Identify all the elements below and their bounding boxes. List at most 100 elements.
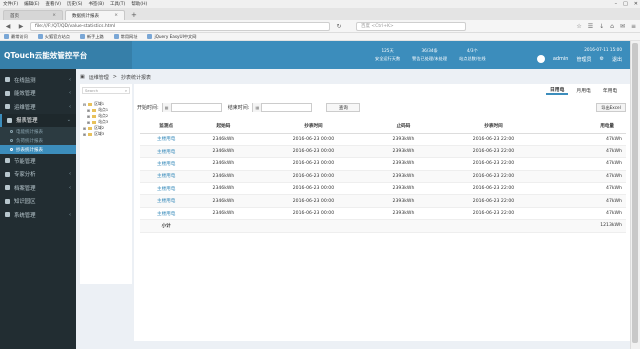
expand-icon[interactable]: ⊞ [87,120,90,125]
tab-label: 数据统计报表 [72,13,99,19]
close-tab-icon[interactable]: × [114,13,118,18]
bookmark-item[interactable]: 最常访问 [4,34,28,40]
sidebar-subitem-load-report[interactable]: 负荷统计报表 [0,136,76,145]
reload-icon[interactable]: ↻ [335,23,343,30]
maximize-icon[interactable]: □ [623,1,628,7]
table-cell: 2016-06-23 22:00 [434,207,553,221]
menu-file[interactable]: 文件(F) [3,1,18,7]
circle-icon [10,148,13,151]
menu-history[interactable]: 历史(S) [67,1,82,7]
url-input[interactable]: file:///F:/QT/QD/value-statistics.html [30,21,330,31]
tab-yearly[interactable]: 年用电 [599,85,621,95]
menu-edit[interactable]: 编辑(E) [24,1,39,7]
calendar-icon[interactable]: ▦ [162,103,172,112]
home-icon[interactable]: ⌂ [610,23,614,30]
monitor-point-link[interactable]: 主楼用电 [140,133,193,146]
tree-search-placeholder: Search [85,88,99,93]
bookmark-icon [113,34,119,39]
sidebar-item-operations[interactable]: 运维管理 ‹ [0,100,76,114]
browser-tab-home[interactable]: 首页 × [3,10,63,20]
bookmark-item[interactable]: 火狐官方站点 [37,33,70,40]
end-time-input[interactable]: ▦ [252,103,313,112]
expand-icon[interactable]: ⊟ [83,102,86,107]
table-cell: 2016-06-23 22:00 [434,170,553,184]
forward-icon[interactable]: ▶ [17,23,25,30]
monitor-point-link[interactable]: 主楼用电 [140,170,193,184]
sidebar-item-monitoring[interactable]: 在线监测 ‹ [0,73,76,87]
close-window-icon[interactable]: ✕ [634,1,638,7]
expand-icon[interactable]: ⊞ [83,132,86,137]
monitor-point-link[interactable]: 主楼用电 [140,182,193,196]
export-excel-button[interactable]: 导出Excel [596,103,626,112]
back-icon[interactable]: ◀ [4,23,12,30]
bookmarks-bar: 最常访问 火狐官方站点 新手上路 常用网址 jQuery EasyUI中文网 [0,33,640,41]
bookmark-list-icon[interactable]: ☰ [588,23,593,30]
sidebar-item-knowledge[interactable]: 知识园区 [0,195,76,209]
query-button[interactable]: 查询 [326,103,361,112]
sidebar-item-energy-saving[interactable]: 节能管理 [0,154,76,168]
monitor-point-link[interactable]: 主楼用电 [140,157,193,171]
table-cell: 2393kWh [372,133,435,146]
table-cell: 2016-06-23 22:00 [434,194,553,208]
menu-icon[interactable]: ≡ [631,23,636,30]
calendar-icon[interactable]: ▦ [253,103,263,112]
tab-monthly[interactable]: 月用电 [572,85,594,95]
bookmark-label: 火狐官方站点 [44,33,70,39]
monitor-point-link[interactable]: 主楼用电 [140,145,193,159]
sidebar-item-efficiency[interactable]: 能效管理 ‹ [0,87,76,101]
expand-icon[interactable]: ⊞ [87,108,90,113]
sidebar-subitem-label: 抄表统计报表 [16,147,43,153]
sidebar-item-label: 运维管理 [14,104,36,111]
download-icon[interactable]: ↓ [599,23,604,30]
menu-bookmarks[interactable]: 书签(B) [88,1,104,7]
bookmark-item[interactable]: 常用网址 [113,34,137,40]
user-role: 管理员 [576,56,592,63]
breadcrumb-home[interactable]: 运维管理 [89,74,109,81]
sidebar-item-archive[interactable]: 档案管理 ‹ [0,181,76,195]
sidebar-item-expert[interactable]: 专家分析 ‹ [0,168,76,182]
end-time-label: 结束时间: [227,105,250,111]
menu-tools[interactable]: 工具(T) [110,1,125,7]
sidebar-subitem-label: 负荷统计报表 [16,138,43,144]
settings-icon[interactable]: ⚙ [600,56,604,62]
monitor-point-link[interactable]: 主楼用电 [140,194,193,208]
table-cell [254,219,373,233]
table-header-row: 监测点 起始码 抄表时间 止码码 抄表时间 用电量 [140,120,626,134]
bookmark-item[interactable]: 新手上路 [79,34,104,40]
stat-label: 安全运行天数 [375,56,401,61]
bookmark-item[interactable]: jQuery EasyUI中文网 [147,34,196,40]
sidebar-subitem-meter-report[interactable]: 抄表统计报表 [0,145,76,154]
table-cell: 47kWh [552,194,626,208]
menu-view[interactable]: 查看(V) [45,1,61,7]
browser-search-input[interactable]: 百度 <Ctrl+K> [356,21,466,31]
new-tab-button[interactable]: + [127,10,141,20]
scrollbar-thumb[interactable] [632,43,638,343]
close-tab-icon[interactable]: × [52,13,56,18]
browser-tab-report[interactable]: 数据统计报表 × [65,10,125,20]
search-icon[interactable]: ⌕ [125,88,127,93]
tree-node[interactable]: ⊞ 区域3 [83,131,104,137]
logout-button[interactable]: 退出 [612,56,622,63]
menu-help[interactable]: 帮助(H) [131,1,147,7]
username[interactable]: admin [553,56,569,62]
expand-icon[interactable]: ⊞ [83,126,86,131]
header-stats: 125天 安全运行天数 36/34条 警告已处理/未处理 4/3个 站点总数/在… [375,48,486,62]
circle-icon [10,139,13,142]
sidebar-subitem-energy-report[interactable]: 电能统计报表 [0,127,76,136]
tab-daily[interactable]: 日用电 [546,85,569,95]
breadcrumb-separator: > [112,74,117,80]
sidebar-item-system[interactable]: 系统管理 ‹ [0,208,76,222]
app-title[interactable]: QTouch云能效管控平台 [0,41,132,69]
user-avatar-icon[interactable] [536,55,545,63]
minimize-icon[interactable]: – [615,1,618,7]
column-header: 用电量 [552,120,626,134]
tree-search-input[interactable]: Search ⌕ [82,87,130,94]
monitor-point-link[interactable]: 主楼用电 [140,207,193,221]
start-time-input[interactable]: ▦ [161,103,222,112]
table-cell: 2016-06-23 00:00 [254,182,373,196]
star-icon[interactable]: ☆ [576,23,581,30]
table-cell: 2016-06-23 00:00 [254,157,373,171]
chat-icon[interactable]: ✉ [620,23,625,30]
sidebar-item-reports[interactable]: 报表管理 ⌄ [0,113,76,127]
expand-icon[interactable]: ⊞ [87,114,90,119]
